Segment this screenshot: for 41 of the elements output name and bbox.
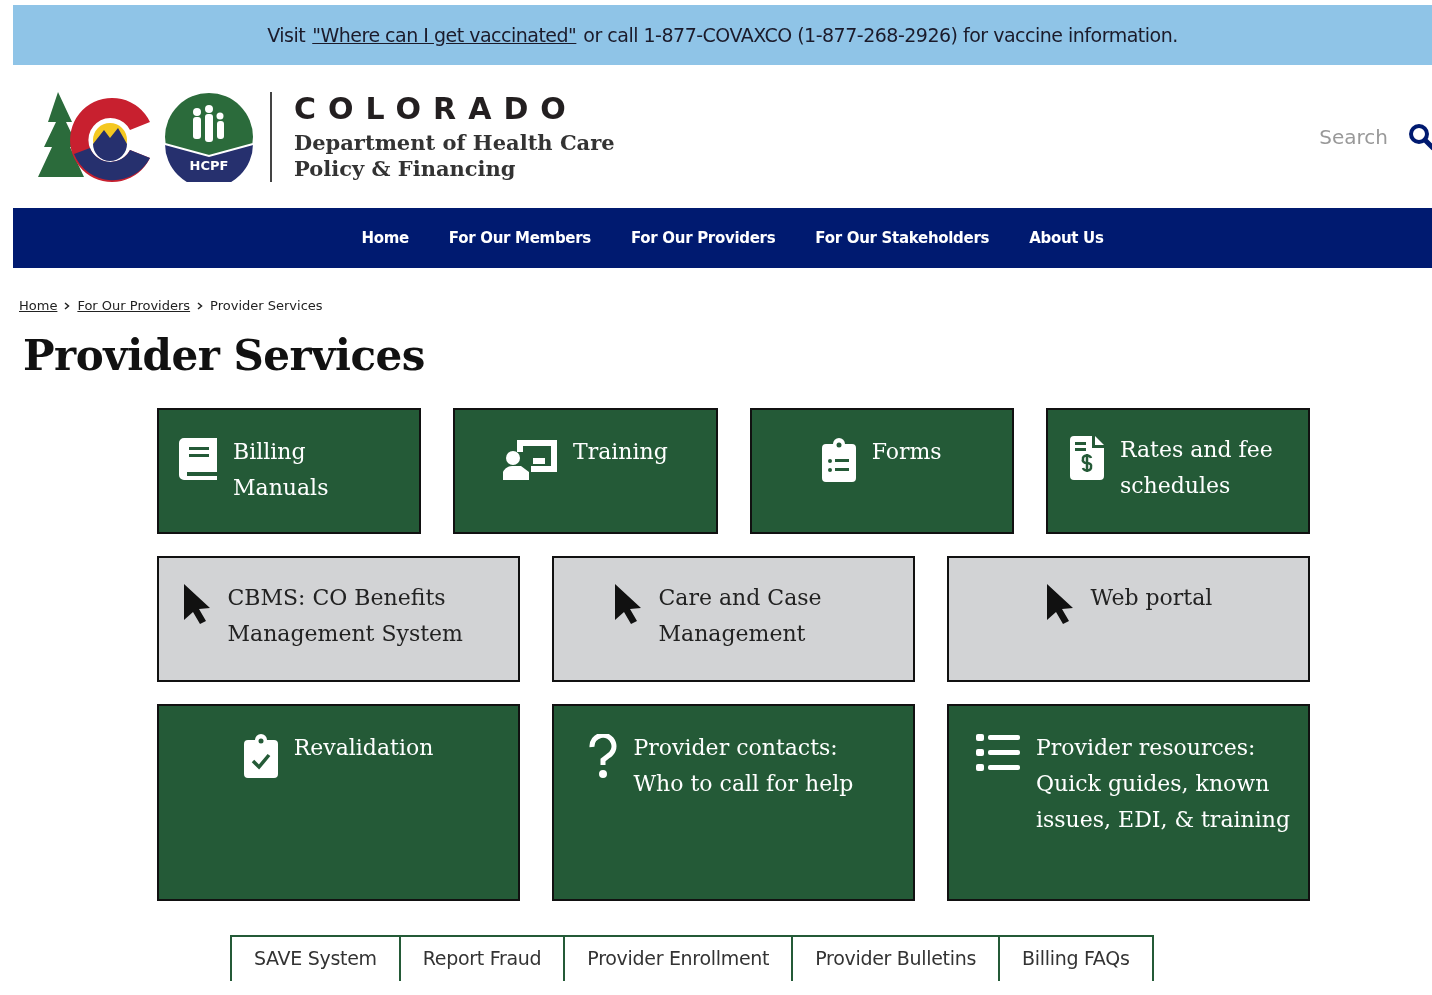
breadcrumb-link[interactable]: For Our Providers [77,298,191,313]
question-icon [587,734,618,778]
banner-text: Visit [267,24,306,46]
vaccination-link[interactable]: "Where can I get vaccinated" [312,24,577,46]
cursor-icon [612,584,643,624]
invoice-icon [1069,436,1104,480]
nav-link[interactable]: About Us [1029,229,1104,247]
service-tile[interactable]: Revalidation [157,704,520,901]
quick-link-tab[interactable]: Billing FAQs [998,935,1154,981]
cursor-icon [181,584,212,624]
quick-link-tab[interactable]: SAVE System [230,935,401,981]
chevron-icon [197,301,204,310]
page-title: Provider Services [23,331,426,380]
breadcrumb-current: Provider Services [210,298,323,313]
list-icon [976,734,1020,772]
service-tile[interactable]: Provider contacts: Who to call for help [552,704,915,901]
chevron-icon [64,301,71,310]
nav-link[interactable]: For Our Stakeholders [815,229,990,247]
nav-link[interactable]: Home [361,229,409,247]
service-tile[interactable]: Web portal [947,556,1310,682]
service-tile[interactable]: Rates and fee schedules [1045,408,1310,534]
cursor-icon [1044,584,1075,624]
hcpf-badge: HCPF [164,91,254,182]
service-tile[interactable]: Billing Manuals [157,408,422,534]
wordmark: COLORADO [294,91,579,126]
search-field[interactable]: Search [1316,123,1390,150]
book-icon [179,438,217,480]
service-tile[interactable]: Care and Case Management [552,556,915,682]
service-tile[interactable]: CBMS: CO Benefits Management System [157,556,520,682]
search-icon[interactable] [1408,122,1432,151]
banner-text: or call 1-877-COVAXCO (1-877-268-2926) for vaccine information. [583,24,1178,46]
clipboard-check-icon [243,734,278,778]
service-tile[interactable]: Provider resources: Quick guides, known issues, EDI, & training [947,704,1310,901]
department-name: Department of Health Care Policy & Financing [294,130,616,182]
breadcrumb-link[interactable]: Home [19,298,58,313]
nav-link[interactable]: For Our Members [448,229,591,247]
nav-link[interactable]: For Our Providers [630,229,776,247]
service-tile[interactable]: Forms [749,408,1014,534]
service-tile[interactable]: Training [453,408,718,534]
clipboard-list-icon [821,438,856,482]
teacher-icon [502,438,557,480]
